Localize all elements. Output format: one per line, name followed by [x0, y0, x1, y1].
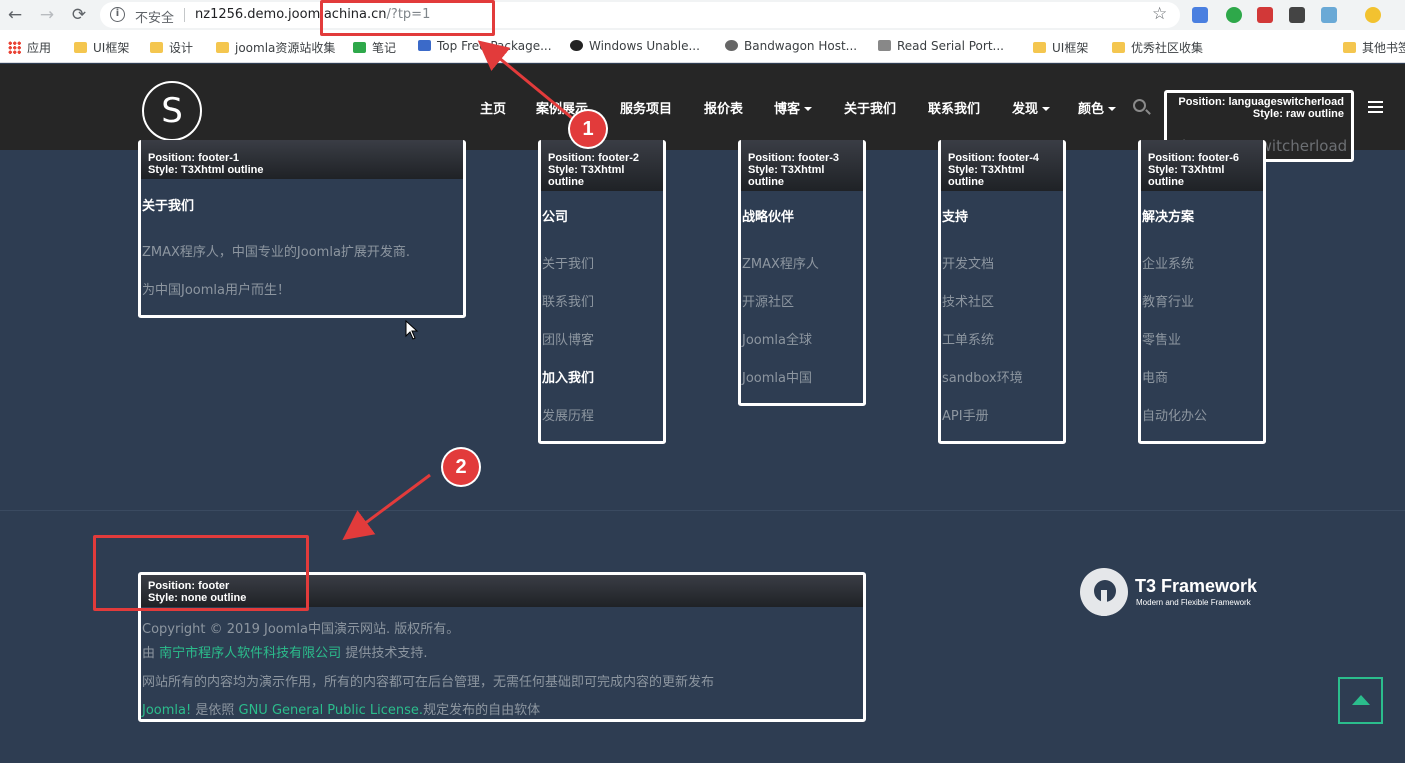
mouse-cursor-icon	[405, 320, 419, 340]
annotation-arrows	[342, 40, 573, 541]
annotation-badge-1: 1	[570, 111, 606, 147]
annotation-arrow-1	[477, 40, 573, 120]
annotation-arrow-2	[342, 473, 431, 541]
annotation-badge-2: 2	[443, 449, 479, 485]
